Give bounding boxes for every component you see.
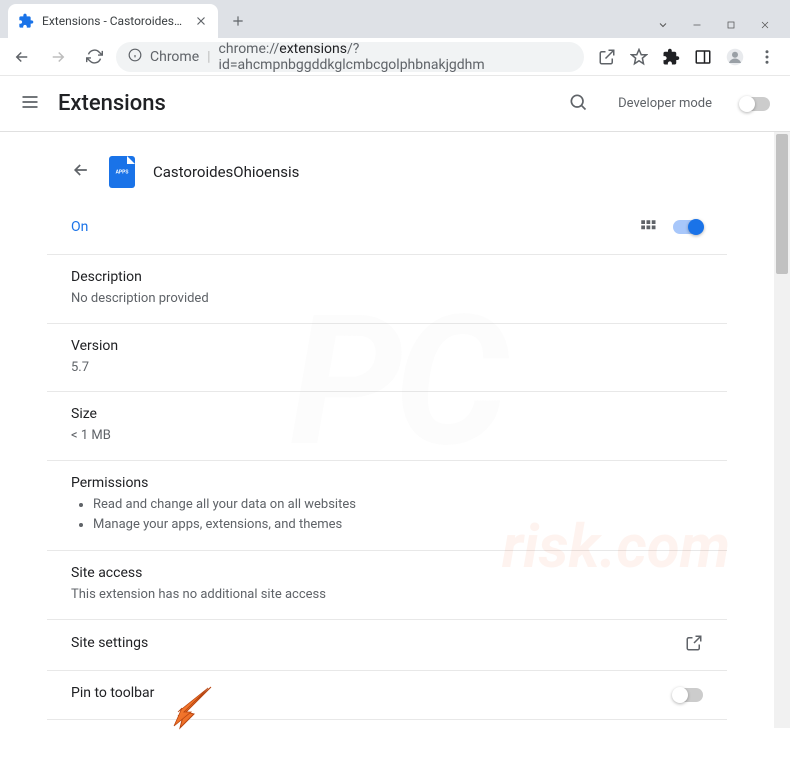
apps-grid-icon[interactable] <box>639 218 657 236</box>
browser-tab[interactable]: Extensions - CastoroidesOhioen <box>8 4 218 38</box>
close-icon[interactable] <box>194 14 208 28</box>
site-info-icon[interactable] <box>128 48 142 66</box>
extension-app-icon <box>109 156 135 188</box>
open-external-icon[interactable] <box>685 634 703 656</box>
extensions-icon[interactable] <box>662 48 680 66</box>
chevron-down-icon[interactable] <box>656 18 670 32</box>
incognito-row: Allow in Incognito Warning: Google Chrom… <box>47 719 727 728</box>
close-window-button[interactable] <box>758 18 772 32</box>
status-label: On <box>71 219 88 235</box>
enable-toggle[interactable] <box>673 220 703 234</box>
permission-item: Read and change all your data on all web… <box>93 495 703 516</box>
share-icon[interactable] <box>598 48 616 66</box>
back-icon[interactable] <box>71 160 91 184</box>
permission-item: Manage your apps, extensions, and themes <box>93 515 703 536</box>
page-title: Extensions <box>58 91 166 116</box>
scrollbar[interactable] <box>774 132 790 728</box>
sidepanel-icon[interactable] <box>694 48 712 66</box>
back-button[interactable] <box>8 43 36 71</box>
bookmark-icon[interactable] <box>630 48 648 66</box>
minimize-button[interactable] <box>690 18 704 32</box>
site-settings-row[interactable]: Site settings <box>47 619 727 670</box>
pin-toolbar-row: Pin to toolbar <box>47 670 727 719</box>
page-header: Extensions Developer mode <box>0 76 790 132</box>
extension-name: CastoroidesOhioensis <box>153 163 299 181</box>
version-section: Version 5.7 <box>47 323 727 392</box>
new-tab-button[interactable] <box>224 7 252 35</box>
pin-toggle[interactable] <box>673 688 703 702</box>
permissions-section: Permissions Read and change all your dat… <box>47 460 727 551</box>
address-bar[interactable]: Chrome | chrome://extensions/?id=ahcmpnb… <box>116 42 584 72</box>
site-access-section: Site access This extension has no additi… <box>47 550 727 619</box>
browser-toolbar: Chrome | chrome://extensions/?id=ahcmpnb… <box>0 38 790 76</box>
profile-icon[interactable] <box>726 48 744 66</box>
extension-icon <box>18 13 34 29</box>
reload-button[interactable] <box>80 43 108 71</box>
description-section: Description No description provided <box>47 254 727 323</box>
extension-details: CastoroidesOhioensis On Description No d… <box>0 132 774 728</box>
tab-title: Extensions - CastoroidesOhioen <box>42 14 186 28</box>
hamburger-icon[interactable] <box>20 92 40 116</box>
search-icon[interactable] <box>568 92 588 116</box>
browser-tabbar: Extensions - CastoroidesOhioen <box>0 0 790 38</box>
maximize-button[interactable] <box>724 18 738 32</box>
forward-button[interactable] <box>44 43 72 71</box>
developer-mode-toggle[interactable] <box>740 97 770 111</box>
url-scheme-label: Chrome <box>150 49 199 65</box>
developer-mode-label: Developer mode <box>618 96 712 111</box>
menu-icon[interactable] <box>758 48 776 66</box>
size-section: Size < 1 MB <box>47 391 727 460</box>
